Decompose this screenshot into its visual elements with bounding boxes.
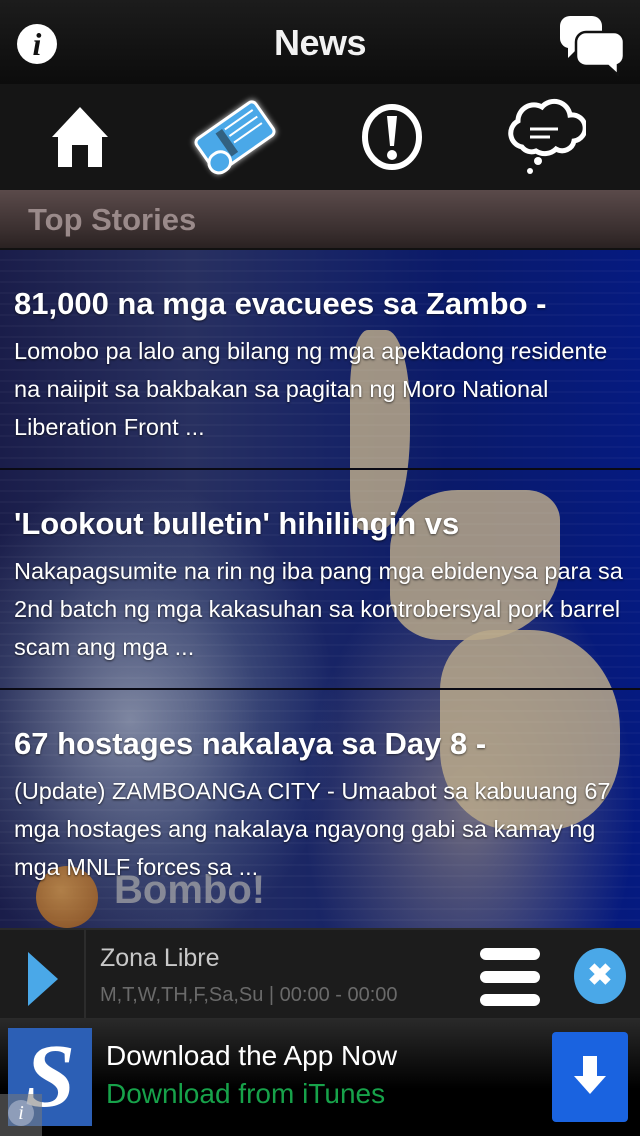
page-title: News [273,22,367,63]
ad-headline: Download the App Now [106,1040,398,1071]
show-title: Zona Libre [100,944,220,972]
story-headline: 81,000 na mga evacuees sa Zambo - [14,286,547,321]
story-item[interactable]: 81,000 na mga evacuees sa Zambo - Lomobo… [0,250,640,470]
section-header: Top Stories [0,190,640,250]
play-button[interactable] [0,930,86,1020]
chat-bubbles-icon [559,16,626,78]
story-item[interactable]: 67 hostages nakalaya sa Day 8 - (Update)… [0,690,640,910]
story-headline: 67 hostages nakalaya sa Day 8 - [14,726,487,761]
play-icon [28,952,58,1006]
newspaper-icon [193,99,277,175]
ad-download-button[interactable] [552,1032,628,1122]
close-player-button[interactable]: ✖ [574,948,626,1004]
top-bar: i News [0,0,640,84]
story-headline: 'Lookout bulletin' hihilingin vs [14,506,460,541]
ad-info-icon: i [8,1100,34,1126]
nav-item-alerts[interactable] [312,84,472,190]
nav-item-home[interactable] [0,84,160,190]
exclamation-icon [362,104,422,170]
nav-item-news[interactable] [155,84,315,190]
ad-banner[interactable]: S i Download the App Now Download from i… [0,1018,640,1136]
menu-button[interactable] [480,948,540,1006]
home-icon [52,107,108,167]
chat-button[interactable] [556,12,628,78]
story-list: Bombo! 81,000 na mga evacuees sa Zambo -… [0,250,640,928]
ad-subline: Download from iTunes [106,1078,386,1109]
thought-cloud-icon [508,98,586,174]
ad-info-button[interactable]: i [0,1094,42,1136]
story-summary: Nakapagsumite na rin ng iba pang mga ebi… [14,558,623,660]
story-summary: Lomobo pa lalo ang bilang ng mga apektad… [14,338,608,440]
section-title: Top Stories [28,202,197,237]
nav-bar [0,84,640,190]
story-summary: (Update) ZAMBOANGA CITY - Umaabot sa kab… [14,778,611,880]
story-item[interactable]: 'Lookout bulletin' hihilingin vs Nakapag… [0,470,640,690]
radio-player: Zona Libre M,T,W,TH,F,Sa,Su | 00:00 - 00… [0,928,640,1020]
show-schedule: M,T,W,TH,F,Sa,Su | 00:00 - 00:00 [100,984,398,1006]
nav-item-comments[interactable] [464,84,624,190]
close-icon: ✖ [587,959,613,992]
